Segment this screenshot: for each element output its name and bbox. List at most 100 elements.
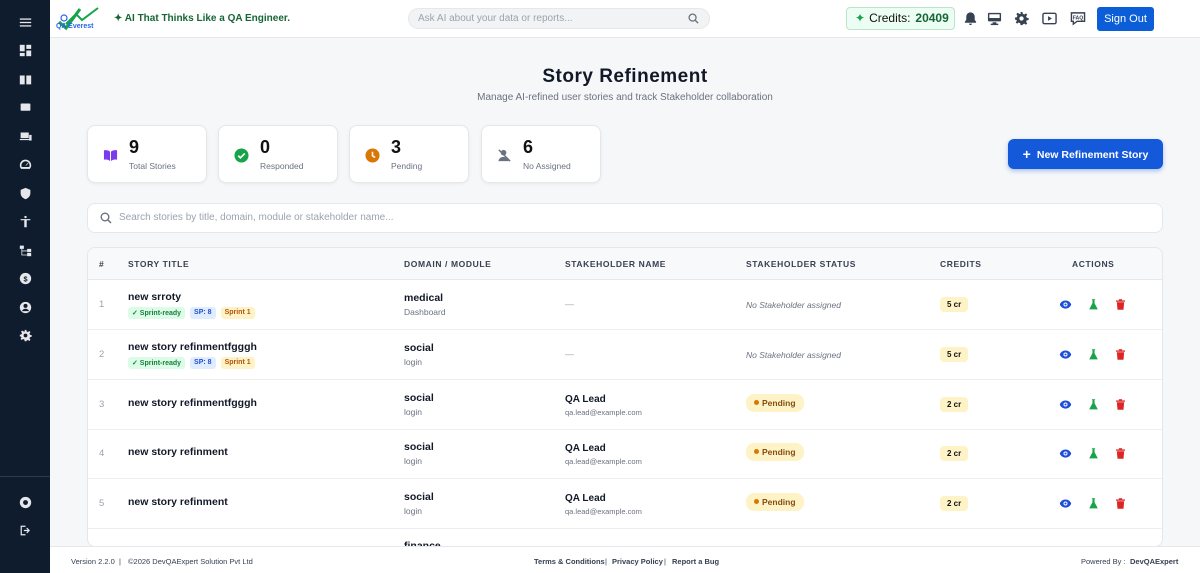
shield-icon[interactable] [0, 179, 50, 208]
status-badge: Pending [746, 394, 804, 412]
ai-search-input[interactable]: Ask AI about your data or reports... [408, 8, 710, 29]
stat-label: No Assigned [523, 161, 571, 171]
stat-label: Total Stories [129, 161, 176, 171]
credits-value: 20409 [915, 11, 949, 25]
sign-out-button[interactable]: Sign Out [1097, 7, 1154, 31]
stakeholder-email: qa.lead@example.com [565, 408, 642, 417]
clock-icon [365, 148, 380, 163]
domain-name: social [404, 441, 434, 453]
copyright-text: ©2026 DevQAExpert Solution Pvt Ltd [128, 557, 253, 566]
view-button[interactable] [1059, 497, 1072, 510]
report-bug-link[interactable]: Report a Bug [672, 557, 719, 566]
flask-icon [1087, 497, 1100, 514]
dashboard-icon[interactable] [0, 37, 50, 66]
table-row: 5 new story refinment social login QA Lead qa… [88, 479, 1162, 529]
test-button[interactable] [1087, 497, 1100, 510]
credits-label: Credits: [869, 11, 911, 25]
book-icon[interactable] [0, 65, 50, 94]
stat-card-responded: 0 Responded [218, 125, 338, 183]
svg-text:$: $ [23, 275, 27, 284]
stat-value: 6 [523, 137, 534, 157]
credits-badge: 5 cr [940, 347, 969, 362]
view-button[interactable] [1059, 348, 1072, 361]
footer-separator: | [605, 557, 607, 566]
delete-button[interactable] [1114, 398, 1127, 411]
terms-link[interactable]: Terms & Conditions [534, 557, 605, 566]
delete-button[interactable] [1114, 298, 1127, 311]
stakeholder-name: QA Lead [565, 443, 606, 454]
hierarchy-icon[interactable] [0, 236, 50, 265]
col-number: # [99, 259, 105, 269]
view-button[interactable] [1059, 398, 1072, 411]
story-points-badge: SP: 8 [190, 307, 216, 319]
view-button[interactable] [1059, 298, 1072, 311]
flask-icon [1087, 447, 1100, 464]
search-icon [100, 212, 112, 224]
stat-card-total: 9 Total Stories [87, 125, 207, 183]
story-title[interactable]: new story refinmentfgggh [128, 397, 257, 409]
test-button[interactable] [1087, 298, 1100, 311]
bell-icon[interactable] [963, 11, 978, 26]
stories-table: # STORY TITLE DOMAIN / MODULE STAKEHOLDE… [87, 247, 1163, 547]
devices-icon[interactable] [0, 122, 50, 151]
stakeholder-empty: — [565, 299, 574, 309]
profile-icon[interactable] [0, 293, 50, 322]
logout-icon[interactable] [0, 517, 50, 546]
help-icon[interactable] [0, 488, 50, 517]
story-title[interactable]: new story refinment [128, 446, 228, 458]
delete-button[interactable] [1114, 497, 1127, 510]
trash-icon [1114, 398, 1127, 415]
logo-text: QA Everest [56, 23, 94, 30]
gear-icon[interactable] [1014, 11, 1029, 26]
story-title[interactable]: new srroty [128, 291, 181, 303]
trash-icon [1114, 298, 1127, 315]
stakeholder-email: qa.lead@example.com [565, 507, 642, 516]
row-number: 5 [99, 498, 105, 509]
tagline: ✦ AI That Thinks Like a QA Engineer. [114, 13, 291, 24]
privacy-link[interactable]: Privacy Policy [612, 557, 663, 566]
test-button[interactable] [1087, 447, 1100, 460]
billing-icon[interactable]: $ [0, 265, 50, 294]
story-title[interactable]: new story refinmentfgggh [128, 341, 257, 353]
version-text: Version 2.2.0 [71, 557, 115, 566]
play-icon[interactable] [1042, 11, 1057, 26]
stat-value: 3 [391, 137, 402, 157]
settings-icon[interactable] [0, 322, 50, 351]
credits-star-icon: ✦ [855, 11, 866, 25]
table-row: 3 new story refinmentfgggh social login QA L… [88, 380, 1162, 430]
projects-icon[interactable] [0, 94, 50, 123]
stat-value: 0 [260, 137, 271, 157]
faq-icon[interactable]: FAQ [1069, 11, 1087, 26]
check-circle-icon [234, 148, 249, 163]
row-number: 3 [99, 399, 105, 410]
delete-button[interactable] [1114, 348, 1127, 361]
delete-button[interactable] [1114, 447, 1127, 460]
flask-icon [1087, 348, 1100, 365]
menu-icon[interactable] [0, 8, 50, 37]
credits-badge: 2 cr [940, 446, 969, 461]
story-search-input[interactable]: Search stories by title, domain, module … [87, 203, 1163, 233]
ai-search-placeholder: Ask AI about your data or reports... [418, 13, 573, 24]
row-number: 1 [99, 299, 105, 310]
status-text: No Stakeholder assigned [746, 350, 841, 360]
eye-icon [1059, 398, 1072, 415]
user-slash-icon [498, 149, 511, 162]
search-icon[interactable] [688, 13, 699, 24]
new-refinement-story-button[interactable]: + New Refinement Story [1008, 139, 1163, 169]
plus-icon: + [1022, 146, 1031, 162]
story-title[interactable]: new story refinment [128, 496, 228, 508]
stat-card-pending: 3 Pending [349, 125, 469, 183]
test-button[interactable] [1087, 398, 1100, 411]
row-number: 4 [99, 448, 105, 459]
accessibility-icon[interactable] [0, 208, 50, 237]
view-button[interactable] [1059, 447, 1072, 460]
monitor-icon[interactable] [987, 11, 1002, 26]
domain-name: social [404, 342, 434, 354]
sprint-badge: Sprint 1 [220, 307, 255, 319]
test-button[interactable] [1087, 348, 1100, 361]
sidebar-divider [0, 476, 50, 477]
status-badge: Pending [746, 443, 804, 461]
module-name: Dashboard [404, 307, 446, 317]
speed-icon[interactable] [0, 151, 50, 180]
flask-icon [1087, 298, 1100, 315]
